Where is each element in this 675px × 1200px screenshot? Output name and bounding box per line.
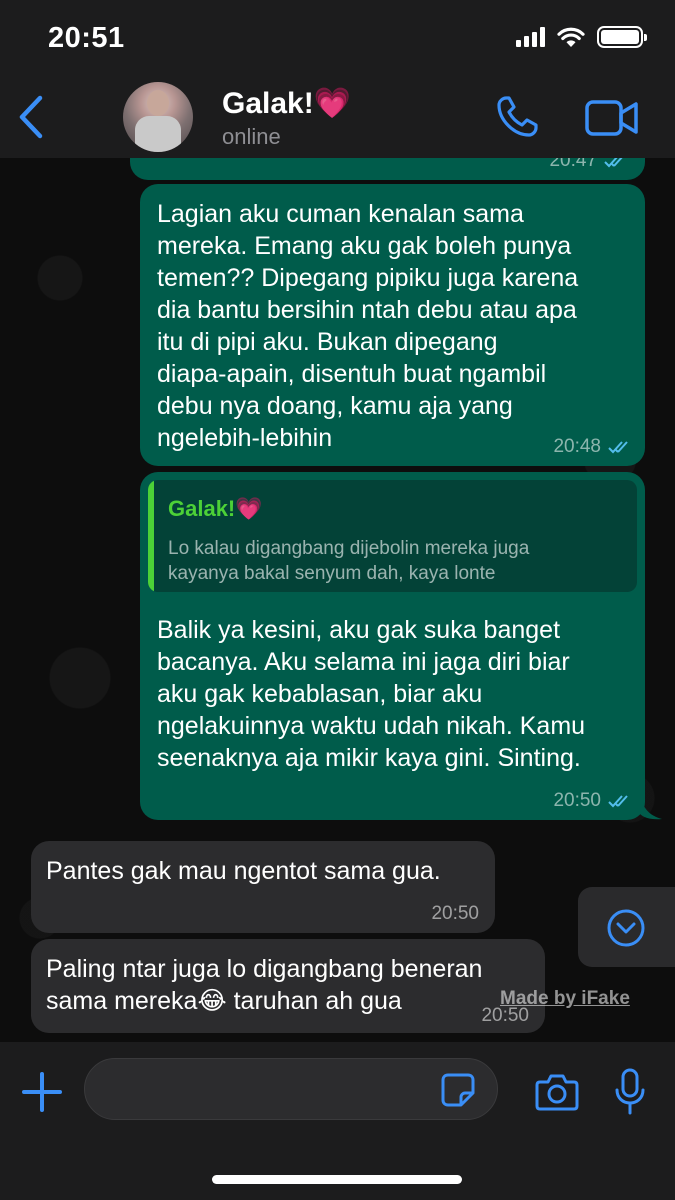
message-bubble-outgoing-reply[interactable]: Galak!💗 Lo kalau digangbang dijebolin me… [140, 472, 645, 820]
message-bubble-incoming[interactable]: Paling ntar juga lo digangbang beneran s… [31, 939, 545, 1033]
chat-header: Galak!💗 online [0, 78, 675, 158]
message-meta: 20:47 [549, 158, 631, 172]
read-receipt-icon [608, 795, 628, 808]
message-meta: 20:50 [553, 790, 635, 812]
message-time: 20:50 [431, 903, 479, 924]
message-bubble-incoming[interactable]: Pantes gak mau ngentot sama gua. 20:50 [31, 841, 495, 933]
phone-call-icon[interactable] [494, 94, 540, 140]
message-time: 20:50 [553, 790, 601, 811]
message-text: Paling ntar juga lo digangbang beneran s… [46, 955, 483, 1015]
home-indicator [212, 1175, 462, 1184]
message-time: 20:48 [553, 436, 601, 457]
bubble-tail [640, 794, 662, 820]
plus-icon[interactable] [20, 1070, 64, 1114]
contact-name[interactable]: Galak!💗 [222, 86, 351, 121]
watermark: Made by iFake [500, 988, 630, 1009]
chat-area[interactable]: 20:47 Lagian aku cuman kenalan sama mere… [0, 158, 675, 1042]
quoted-sender-name: Galak!💗 [168, 496, 263, 521]
scroll-to-bottom-button[interactable] [578, 887, 675, 967]
sticker-icon[interactable] [440, 1072, 476, 1108]
status-bar: 20:51 [0, 0, 675, 78]
video-call-icon[interactable] [584, 98, 640, 138]
message-text: Lagian aku cuman kenalan sama mereka. Em… [157, 200, 579, 452]
read-receipt-icon [604, 158, 623, 168]
message-bubble-outgoing[interactable]: 20:47 [130, 158, 645, 180]
status-time: 20:51 [48, 22, 125, 54]
quoted-message[interactable]: Galak!💗 Lo kalau digangbang dijebolin me… [148, 480, 637, 592]
battery-icon [597, 26, 647, 48]
message-meta: 20:48 [553, 436, 635, 458]
quoted-message-text: Lo kalau digangbang dijebolin mereka jug… [168, 538, 530, 584]
message-time: 20:47 [549, 158, 597, 171]
message-text: Balik ya kesini, aku gak suka banget bac… [157, 616, 586, 772]
wifi-icon [557, 27, 585, 47]
cellular-signal-icon [516, 27, 545, 47]
message-meta: 20:50 [431, 903, 479, 925]
status-icons [516, 26, 647, 48]
chevron-down-circle-icon [607, 909, 645, 947]
back-chevron-icon[interactable] [14, 92, 50, 142]
read-receipt-icon [608, 441, 628, 454]
message-text: Pantes gak mau ngentot sama gua. [46, 857, 441, 885]
camera-icon[interactable] [534, 1072, 580, 1112]
message-input[interactable] [84, 1058, 498, 1120]
contact-avatar[interactable] [123, 82, 193, 152]
microphone-icon[interactable] [614, 1068, 646, 1116]
contact-status: online [222, 124, 281, 149]
message-bubble-outgoing[interactable]: Lagian aku cuman kenalan sama mereka. Em… [140, 184, 645, 466]
quote-accent-bar [148, 480, 154, 592]
